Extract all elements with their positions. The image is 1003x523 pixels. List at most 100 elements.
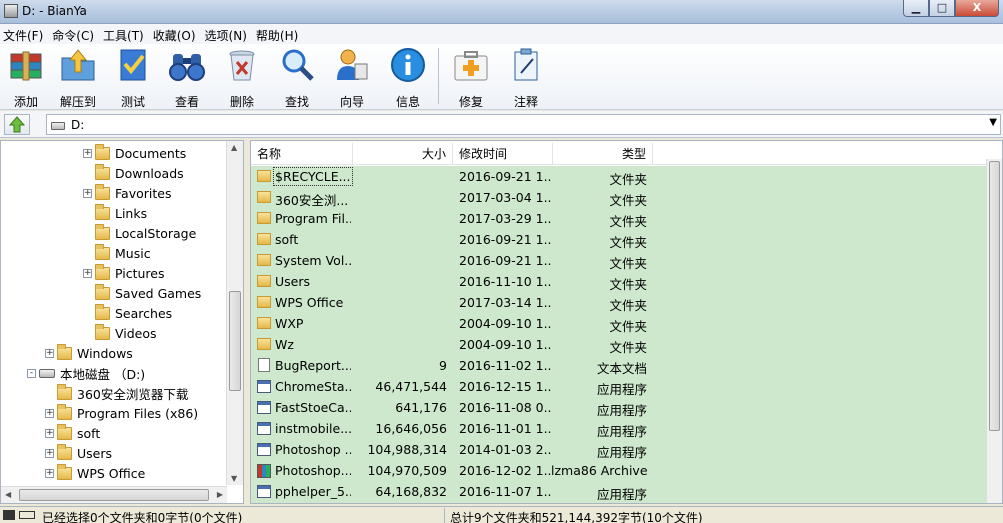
tree-item-favorites[interactable]: + Favorites bbox=[83, 183, 171, 203]
tree-item-label: Windows bbox=[77, 345, 133, 361]
close-button[interactable]: X bbox=[955, 0, 999, 17]
expand-icon[interactable]: + bbox=[45, 408, 54, 418]
tree-item-saved-games[interactable]: Saved Games bbox=[83, 283, 201, 303]
column-type[interactable]: 类型 bbox=[553, 143, 653, 165]
find-button[interactable]: 查找 bbox=[271, 46, 323, 109]
repair-label: 修复 bbox=[458, 95, 483, 109]
tree-horizontal-scrollbar[interactable]: ◀ ▶ bbox=[1, 486, 227, 503]
table-row[interactable]: WXP 2004-09-10 1... 文件夹 bbox=[251, 313, 987, 334]
tree-item-documents[interactable]: + Documents bbox=[83, 143, 186, 163]
folder-icon bbox=[95, 183, 110, 200]
drive-status-icon bbox=[19, 511, 35, 519]
minimize-button[interactable]: ▁ bbox=[903, 0, 929, 17]
expand-icon[interactable]: + bbox=[45, 428, 54, 438]
table-row[interactable]: FastStoeCa... 641,176 2016-11-08 0... 应用… bbox=[251, 397, 987, 418]
test-button[interactable]: 测试 bbox=[107, 46, 159, 109]
tree-item-users[interactable]: + Users bbox=[45, 443, 112, 463]
menu-command[interactable]: 命令(C) bbox=[49, 24, 100, 44]
tree-item-label: Program Files (x86) bbox=[77, 405, 199, 421]
delete-button[interactable]: 删除 bbox=[216, 46, 268, 109]
column-size[interactable]: 大小 bbox=[353, 143, 453, 165]
table-row[interactable]: soft 2016-09-21 1... 文件夹 bbox=[251, 229, 987, 250]
tree-item-soft[interactable]: + soft bbox=[45, 423, 100, 443]
table-row[interactable]: Users 2016-11-10 1... 文件夹 bbox=[251, 271, 987, 292]
wizard-button[interactable]: 向导 bbox=[326, 46, 378, 109]
menu-help[interactable]: 帮助(H) bbox=[253, 24, 304, 44]
scroll-thumb[interactable] bbox=[989, 161, 1000, 431]
expand-icon[interactable]: + bbox=[45, 448, 54, 458]
extract-button[interactable]: 解压到 bbox=[52, 46, 104, 109]
table-row[interactable]: pphelper_5... 64,168,832 2016-11-07 1...… bbox=[251, 481, 987, 502]
expand-icon[interactable]: + bbox=[45, 348, 54, 358]
table-row[interactable]: ChromeSta... 46,471,544 2016-12-15 1... … bbox=[251, 376, 987, 397]
view-button[interactable]: 查看 bbox=[161, 46, 213, 109]
tree-item-links[interactable]: Links bbox=[83, 203, 147, 223]
collapse-icon[interactable]: - bbox=[27, 368, 36, 378]
file-name: ChromeSta... bbox=[275, 379, 351, 394]
tree-item-label: Links bbox=[115, 205, 148, 221]
tree-item-program-files-x86[interactable]: + Program Files (x86) bbox=[45, 403, 198, 423]
tree-item-label: 本地磁盘 （D:) bbox=[60, 366, 146, 382]
table-row[interactable]: Program Fil... 2017-03-29 1... 文件夹 bbox=[251, 208, 987, 229]
tree-item-searches[interactable]: Searches bbox=[83, 303, 172, 323]
magnifier-icon bbox=[282, 49, 314, 81]
table-row[interactable]: Wz 2004-09-10 1... 文件夹 bbox=[251, 334, 987, 355]
menu-tools[interactable]: 工具(T) bbox=[100, 24, 150, 44]
file-size: 64,168,832 bbox=[375, 484, 447, 499]
menu-options[interactable]: 选项(N) bbox=[202, 24, 253, 44]
add-button[interactable]: 添加 bbox=[0, 46, 52, 109]
comment-button[interactable]: 注释 bbox=[500, 46, 552, 109]
table-row[interactable]: Photoshop ... 104,988,314 2014-01-03 2..… bbox=[251, 439, 987, 460]
scroll-right-icon[interactable]: ▶ bbox=[217, 490, 223, 499]
table-row[interactable]: Photoshop.... 104,970,509 2016-12-02 1..… bbox=[251, 460, 987, 481]
tree-item-label: Pictures bbox=[115, 265, 165, 281]
menu-favorites[interactable]: 收藏(O) bbox=[150, 24, 202, 44]
scroll-up-icon[interactable]: ▲ bbox=[231, 143, 237, 152]
file-modified: 2017-03-14 1... bbox=[459, 295, 551, 310]
table-row[interactable]: instmobile... 16,646,056 2016-11-01 1...… bbox=[251, 418, 987, 439]
table-row[interactable]: WPS Office 2017-03-14 1... 文件夹 bbox=[251, 292, 987, 313]
tree-item-local-disk-d[interactable]: - 本地磁盘 （D:) bbox=[27, 363, 145, 383]
chevron-down-icon[interactable]: ▼ bbox=[989, 117, 997, 128]
tree-item-windows[interactable]: + Windows bbox=[45, 343, 133, 363]
tree-item-music[interactable]: Music bbox=[83, 243, 151, 263]
repair-button[interactable]: 修复 bbox=[445, 46, 497, 109]
info-label: 信息 bbox=[395, 95, 420, 109]
scroll-left-icon[interactable]: ◀ bbox=[5, 490, 11, 499]
folder-icon bbox=[57, 463, 72, 480]
tree-item-localstorage[interactable]: LocalStorage bbox=[83, 223, 196, 243]
menu-file[interactable]: 文件(F) bbox=[0, 24, 49, 44]
recycle-bin-icon bbox=[229, 50, 255, 81]
table-row[interactable]: BugReport.... 9 2016-11-02 1... 文本文档 bbox=[251, 355, 987, 376]
expand-icon[interactable]: + bbox=[83, 188, 92, 198]
scroll-thumb[interactable] bbox=[229, 291, 241, 391]
tree-item-videos[interactable]: Videos bbox=[83, 323, 157, 343]
list-vertical-scrollbar[interactable] bbox=[986, 159, 1002, 503]
expand-icon[interactable]: + bbox=[83, 268, 92, 278]
table-row[interactable]: System Vol... 2016-09-21 1... 文件夹 bbox=[251, 250, 987, 271]
expand-icon[interactable]: + bbox=[45, 468, 54, 478]
tree-item-360-downloads[interactable]: 360安全浏览器下载 bbox=[45, 383, 188, 403]
list-header: 名称 大小 修改时间 类型 bbox=[251, 143, 987, 165]
up-folder-button[interactable] bbox=[4, 114, 30, 135]
tree-item-wps-office[interactable]: + WPS Office bbox=[45, 463, 145, 483]
table-row[interactable]: 360安全浏... 2017-03-04 1... 文件夹 bbox=[251, 187, 987, 208]
tree-item-downloads[interactable]: Downloads bbox=[83, 163, 184, 183]
scroll-thumb[interactable] bbox=[19, 489, 209, 501]
table-row[interactable]: $RECYCLE.... 2016-09-21 1... 文件夹 bbox=[251, 166, 987, 187]
info-button[interactable]: 信息 bbox=[382, 46, 434, 109]
column-name[interactable]: 名称 bbox=[251, 143, 353, 165]
expand-icon[interactable]: + bbox=[83, 148, 92, 158]
column-modified[interactable]: 修改时间 bbox=[453, 143, 553, 165]
app-icon bbox=[4, 4, 18, 18]
scroll-down-icon[interactable]: ▼ bbox=[231, 474, 237, 483]
file-type: 文件夹 bbox=[609, 340, 647, 355]
tree-item-label: Searches bbox=[115, 305, 173, 321]
maximize-button[interactable]: □ bbox=[929, 0, 955, 17]
file-type: 文件夹 bbox=[609, 214, 647, 229]
file-type: 文件夹 bbox=[609, 193, 647, 208]
file-type: 应用程序 bbox=[596, 424, 647, 439]
address-field[interactable]: D: ▼ bbox=[46, 114, 1001, 135]
tree-item-pictures[interactable]: + Pictures bbox=[83, 263, 165, 283]
tree-vertical-scrollbar[interactable]: ▲ ▼ bbox=[226, 141, 243, 485]
